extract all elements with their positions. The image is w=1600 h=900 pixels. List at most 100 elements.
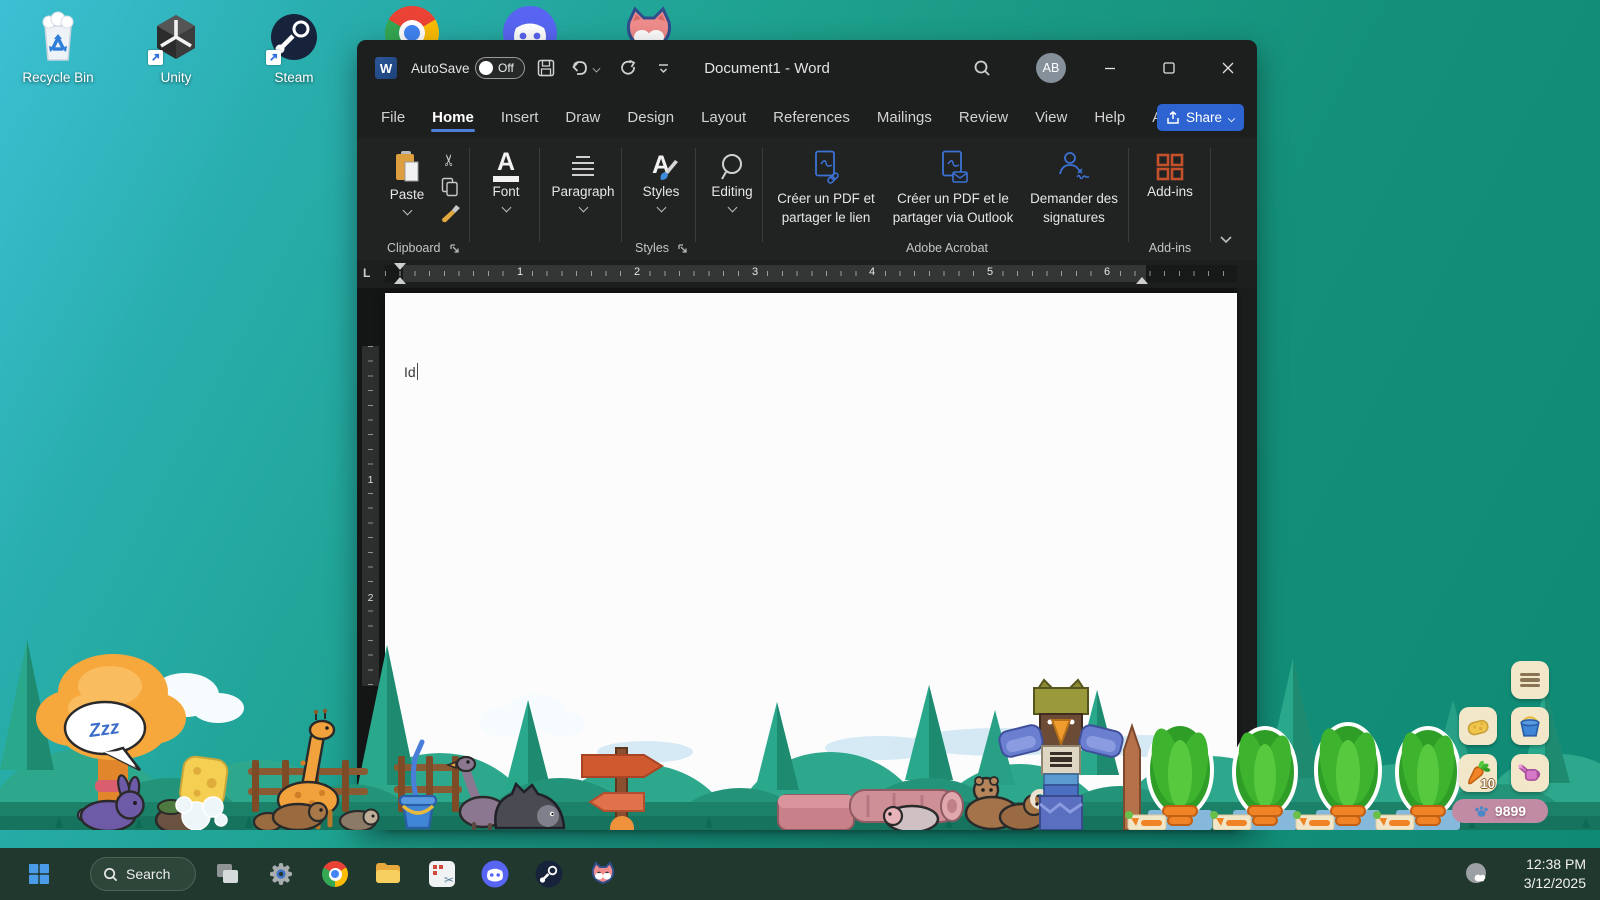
cut-button[interactable]: ✂	[437, 150, 463, 174]
gear-icon	[268, 861, 294, 887]
taskbar-app-snipping-tool[interactable]: ✂	[427, 859, 457, 889]
divider	[762, 148, 763, 242]
game-menu-button[interactable]	[1511, 661, 1549, 699]
taskbar-app-steam[interactable]	[534, 859, 564, 889]
clipboard-group-label: Clipboard	[387, 241, 441, 255]
taskbar-app-explorer[interactable]	[373, 859, 403, 889]
addins-icon	[1139, 150, 1201, 184]
toggle-knob	[479, 61, 493, 75]
divider	[539, 148, 540, 242]
washing-sponge[interactable]	[179, 755, 229, 809]
search-button[interactable]	[973, 40, 991, 96]
save-icon	[537, 59, 555, 77]
paste-icon	[392, 150, 422, 184]
clipboard-group-footer: Clipboard	[387, 241, 460, 255]
unity-icon	[147, 8, 205, 66]
tab-design[interactable]: Design	[627, 96, 674, 138]
windows-icon	[28, 863, 50, 885]
desktop-icon-recycle-bin[interactable]: Recycle Bin	[12, 8, 104, 85]
document-page[interactable]: Id	[385, 293, 1237, 830]
tab-review[interactable]: Review	[959, 96, 1008, 138]
tab-mailings[interactable]: Mailings	[877, 96, 932, 138]
scrollbar[interactable]	[1237, 288, 1257, 830]
hanging-indent-marker[interactable]	[394, 277, 406, 284]
paste-button[interactable]: Paste	[383, 150, 431, 217]
maximize-button[interactable]	[1149, 40, 1189, 96]
quick-access-menu-button[interactable]	[657, 40, 670, 96]
styles-label: Styles	[629, 184, 693, 199]
styles-group-footer: Styles	[635, 241, 688, 255]
capybara-pets[interactable]	[254, 803, 327, 830]
taskbar-app-settings[interactable]	[266, 859, 296, 889]
pdf-link-icon	[810, 150, 842, 184]
taskbar-app-windows[interactable]	[213, 859, 243, 889]
first-line-indent-marker[interactable]	[394, 263, 406, 270]
start-button[interactable]	[24, 859, 54, 889]
game-watering-can-button[interactable]	[1511, 754, 1549, 792]
taskbar-app-chrome[interactable]	[320, 859, 350, 889]
tab-insert[interactable]: Insert	[501, 96, 539, 138]
watering-can-icon	[1517, 760, 1543, 786]
desktop: Recycle Bin Unity	[0, 0, 1600, 900]
divider	[695, 148, 696, 242]
desktop-icon-steam[interactable]: Steam	[248, 8, 340, 85]
vertical-ruler[interactable]: 1 2	[362, 346, 379, 686]
format-painter-button[interactable]	[437, 200, 463, 226]
taskbar-app-discord[interactable]	[480, 859, 510, 889]
tab-references[interactable]: References	[773, 96, 850, 138]
addins-button[interactable]: Add-ins	[1139, 150, 1201, 199]
right-indent-marker[interactable]	[1136, 277, 1148, 284]
onedrive-tray-icon[interactable]	[1462, 859, 1492, 889]
ribbon: Paste ✂	[357, 138, 1257, 260]
desktop-icon-unity[interactable]: Unity	[130, 8, 222, 85]
copy-button[interactable]	[437, 174, 463, 200]
account-button[interactable]: AB	[1036, 40, 1066, 96]
window-stack-icon	[215, 861, 241, 887]
minimize-button[interactable]	[1090, 40, 1130, 96]
word-logo: W	[375, 40, 397, 96]
game-carrot-button[interactable]: 10	[1459, 754, 1497, 792]
taskbar-search[interactable]: Search	[90, 857, 196, 891]
undo-dropdown-icon[interactable]	[593, 65, 601, 73]
bunny-pet[interactable]	[78, 774, 144, 830]
tab-view[interactable]: View	[1035, 96, 1067, 138]
create-pdf-outlook-button[interactable]: Créer un PDF et le partager via Outlook	[885, 150, 1021, 227]
autosave-toggle[interactable]: Off	[475, 40, 525, 96]
undo-button[interactable]	[569, 40, 600, 96]
tab-stop-selector[interactable]: L	[363, 266, 370, 280]
redo-button[interactable]	[619, 40, 639, 96]
font-group-button[interactable]: A Font	[477, 150, 535, 214]
editing-group-button[interactable]: Editing	[703, 150, 761, 214]
taskbar-app-fox-game[interactable]	[588, 859, 618, 889]
giraffe-pet[interactable]	[278, 709, 338, 827]
styles-dropdown-icon	[656, 203, 666, 213]
dialog-launcher-icon[interactable]	[449, 243, 460, 254]
paragraph-group-button[interactable]: Paragraph	[547, 150, 619, 214]
acrobat-group-footer: Adobe Acrobat	[817, 241, 1077, 255]
document-text[interactable]: Id	[404, 363, 418, 380]
tab-help[interactable]: Help	[1094, 96, 1125, 138]
save-button[interactable]	[537, 40, 555, 96]
fox-icon	[589, 860, 617, 888]
tab-home[interactable]: Home	[432, 96, 474, 138]
tab-draw[interactable]: Draw	[565, 96, 600, 138]
paw-icon	[1474, 804, 1489, 818]
speech-bubble: Zzz	[65, 702, 145, 770]
addins-group-footer: Add-ins	[1139, 241, 1201, 255]
paragraph-icon	[547, 150, 619, 184]
rock-pet[interactable]	[156, 800, 200, 830]
close-button[interactable]	[1208, 40, 1248, 96]
taskbar-clock[interactable]: 12:38 PM 3/12/2025	[1524, 855, 1586, 893]
game-bucket-button[interactable]	[1511, 707, 1549, 745]
clock-date: 3/12/2025	[1524, 874, 1586, 893]
collapse-ribbon-button[interactable]	[1219, 232, 1233, 250]
create-pdf-share-link-button[interactable]: Créer un PDF et partager le lien	[767, 150, 885, 227]
styles-group-button[interactable]: A Styles	[629, 150, 693, 214]
tab-layout[interactable]: Layout	[701, 96, 746, 138]
game-sponge-button[interactable]	[1459, 707, 1497, 745]
tab-file[interactable]: File	[381, 96, 405, 138]
share-button[interactable]: Share	[1157, 104, 1244, 131]
request-signatures-button[interactable]: Demander des signatures	[1023, 150, 1125, 227]
horizontal-ruler[interactable]: L 1 2 3 4 5 6	[357, 260, 1257, 288]
dialog-launcher-icon[interactable]	[677, 243, 688, 254]
